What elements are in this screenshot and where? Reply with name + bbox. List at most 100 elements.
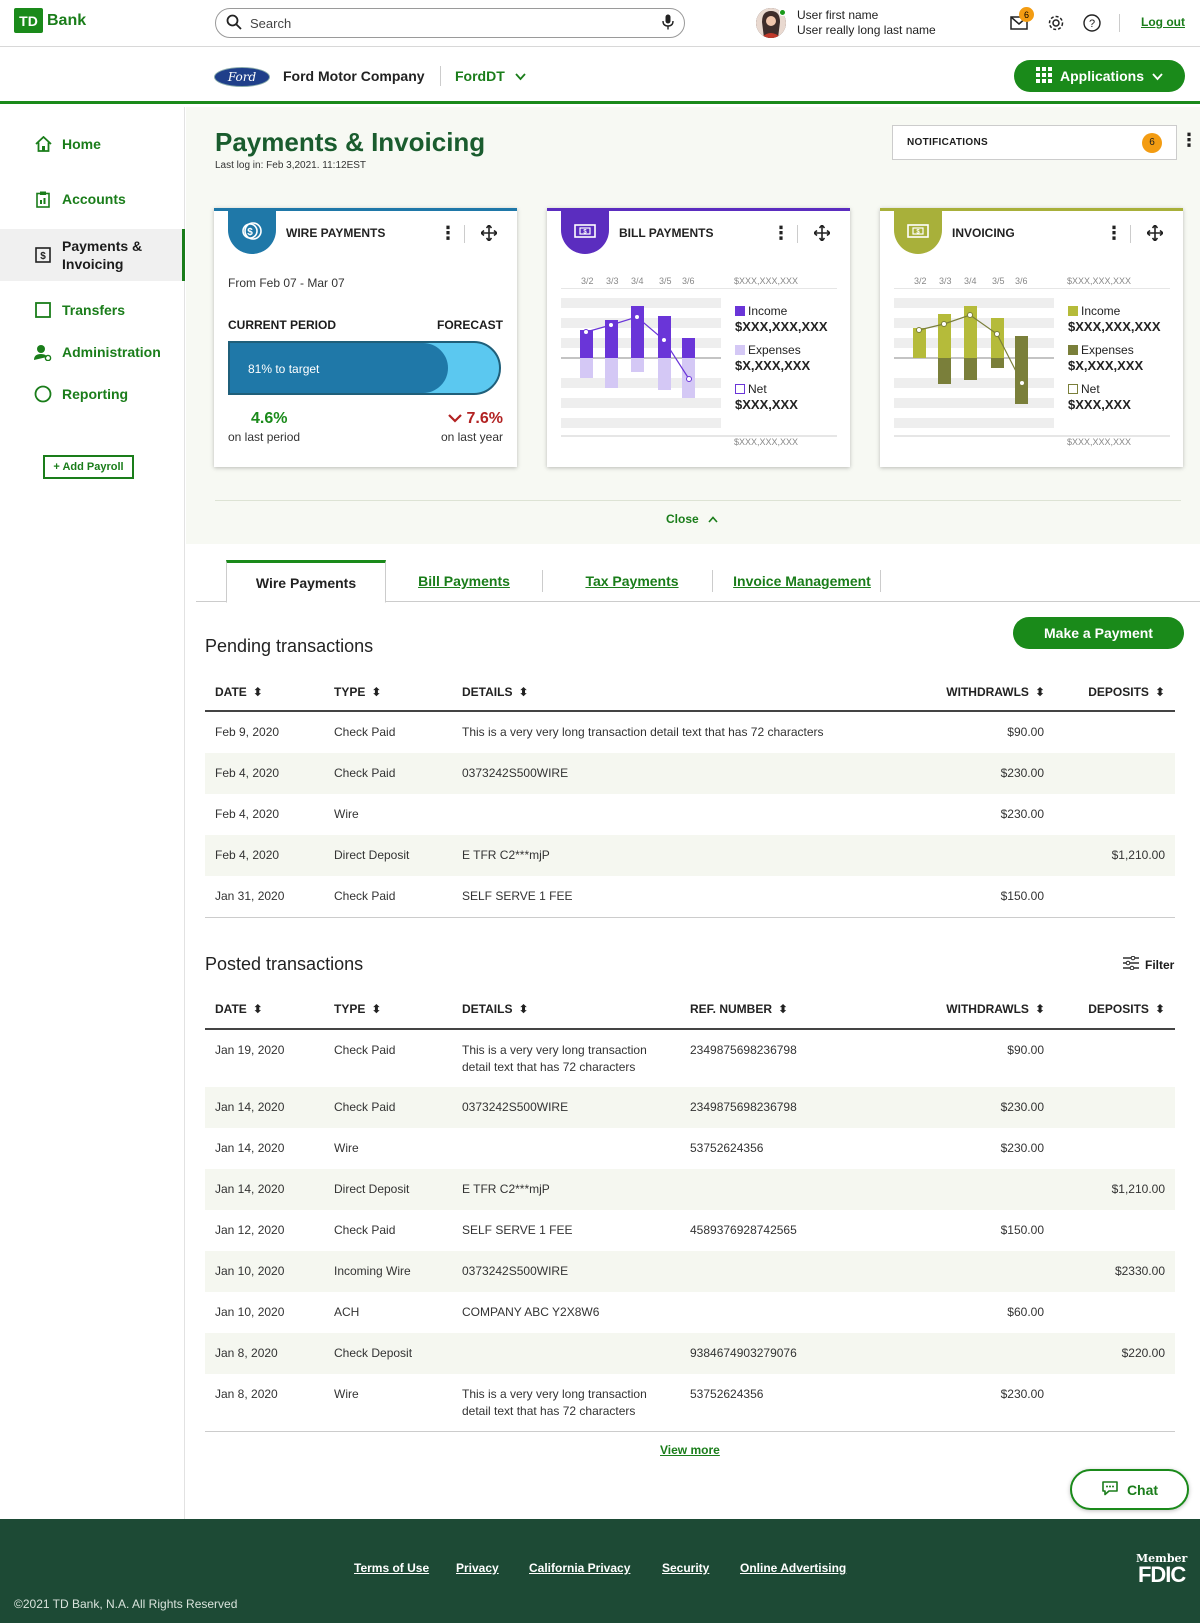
table-row[interactable]: Jan 8, 2020 Wire This is a very very long … (205, 1374, 1175, 1431)
microphone-icon[interactable] (662, 14, 674, 33)
td-bank-logo[interactable]: TD Bank (14, 8, 86, 33)
type-cell: Check Deposit (334, 1346, 413, 1360)
table-row[interactable]: Jan 19, 2020 Check Paid This is a very ver… (205, 1030, 1175, 1087)
type-column-header[interactable]: TYPE ⬍ (334, 1002, 381, 1016)
expenses-label: Expenses (748, 343, 801, 357)
expenses-swatch (735, 345, 745, 355)
close-dashboard-button[interactable]: Close (666, 512, 718, 526)
svg-text:$: $ (40, 251, 46, 262)
tab-bill-payments[interactable]: Bill Payments (396, 560, 532, 602)
sidebar-item-accounts[interactable]: Accounts (0, 184, 185, 214)
svg-text:$: $ (247, 227, 253, 238)
search-bar[interactable]: Search (215, 8, 685, 38)
svg-text:$: $ (916, 230, 920, 236)
chat-button[interactable]: Chat (1070, 1469, 1189, 1510)
privacy-link[interactable]: Privacy (456, 1561, 499, 1575)
grid-icon (1035, 66, 1052, 86)
applications-button[interactable]: Applications (1014, 60, 1185, 92)
deposits-column-header[interactable]: DEPOSITS ⬍ (1088, 1002, 1165, 1016)
details-column-header[interactable]: DETAILS ⬍ (462, 1002, 529, 1016)
withdrawls-cell: $60.00 (1007, 1305, 1044, 1319)
type-cell: Incoming Wire (334, 1264, 411, 1278)
sidebar-item-payments-invoicing[interactable]: $ Payments & Invoicing (0, 229, 185, 281)
security-link[interactable]: Security (662, 1561, 709, 1575)
withdrawls-column-header[interactable]: WITHDRAWLS ⬍ (946, 1002, 1045, 1016)
sort-icon: ⬍ (778, 1002, 789, 1016)
type-cell: Wire (334, 1387, 359, 1401)
user-last-name: User really long last name (797, 23, 936, 37)
chevron-up-icon (708, 512, 718, 526)
wire-payments-card: $ WIRE PAYMENTS ⋮ From Feb 07 - Mar 07 C… (214, 208, 517, 467)
details-cell: This is a very very long transaction det… (462, 1043, 647, 1074)
sidebar-item-administration[interactable]: Administration (0, 337, 185, 367)
table-row[interactable]: Jan 31, 2020 Check Paid SELF SERVE 1 FEE $1… (205, 876, 1175, 917)
move-icon[interactable] (480, 224, 498, 242)
fdic-logo: Member FDIC (1136, 1553, 1187, 1586)
date-column-header[interactable]: DATE ⬍ (215, 1002, 263, 1016)
table-row[interactable]: Jan 14, 2020 Check Paid 0373242S500WIRE 234… (205, 1087, 1175, 1128)
sidebar-item-home[interactable]: Home (0, 129, 185, 159)
table-row[interactable]: Feb 4, 2020 Check Paid 0373242S500WIRE $230… (205, 753, 1175, 794)
account-selector[interactable]: FordDT (455, 68, 526, 84)
move-icon[interactable] (813, 224, 831, 242)
table-row[interactable]: Feb 9, 2020 Check Paid This is a very very… (205, 712, 1175, 753)
table-row[interactable]: Feb 4, 2020 Wire $230.00 (205, 794, 1175, 835)
date-cell: Jan 12, 2020 (215, 1223, 285, 1237)
sidebar-item-reporting[interactable]: Reporting (0, 379, 185, 409)
progress-text: 81% to target (248, 362, 320, 376)
make-payment-button[interactable]: Make a Payment (1013, 617, 1184, 649)
logout-link[interactable]: Log out (1141, 15, 1185, 29)
sidebar-item-transfers[interactable]: Transfers (0, 295, 185, 325)
type-column-header[interactable]: TYPE ⬍ (334, 685, 381, 699)
details-column-header[interactable]: DETAILS ⬍ (462, 685, 529, 699)
user-name[interactable]: User first name User really long last na… (797, 8, 936, 38)
details-cell: This is a very very long transaction det… (462, 725, 824, 739)
chart-date: 3/6 (1015, 276, 1028, 286)
view-more-link[interactable]: View more (660, 1443, 720, 1457)
table-row[interactable]: Jan 8, 2020 Check Deposit 9384674903279076… (205, 1333, 1175, 1374)
tab-wire-payments[interactable]: Wire Payments (226, 560, 386, 603)
notifications-button[interactable]: NOTIFICATIONS 6 (892, 125, 1177, 160)
invoice-icon: $ (894, 208, 942, 254)
current-period-label: CURRENT PERIOD (228, 318, 337, 332)
notifications-label: NOTIFICATIONS (907, 137, 988, 148)
california-privacy-link[interactable]: California Privacy (529, 1561, 630, 1575)
net-swatch (735, 384, 745, 394)
withdrawls-column-header[interactable]: WITHDRAWLS ⬍ (946, 685, 1045, 699)
date-column-header[interactable]: DATE ⬍ (215, 685, 263, 699)
posted-title: Posted transactions (205, 954, 364, 974)
tab-tax-payments[interactable]: Tax Payments (552, 560, 712, 602)
details-cell: 0373242S500WIRE (462, 1100, 569, 1114)
header-label: WITHDRAWLS (946, 1002, 1029, 1016)
help-icon[interactable]: ? (1082, 13, 1102, 33)
details-cell: SELF SERVE 1 FEE (462, 889, 573, 903)
chart-date: 3/5 (992, 276, 1005, 286)
terms-of-use-link[interactable]: Terms of Use (354, 1561, 429, 1575)
table-row[interactable]: Jan 12, 2020 Check Paid SELF SERVE 1 FEE 45… (205, 1210, 1175, 1251)
user-gear-icon (34, 343, 52, 361)
move-icon[interactable] (1146, 224, 1164, 242)
more-options-icon[interactable]: ⋮ (439, 224, 457, 242)
ref-number-column-header[interactable]: REF. NUMBER ⬍ (690, 1002, 788, 1016)
more-options-icon[interactable]: ⋮ (1180, 131, 1198, 149)
tab-invoice-management[interactable]: Invoice Management (722, 560, 882, 602)
filter-button[interactable]: Filter (1123, 955, 1174, 973)
card-title: WIRE PAYMENTS (286, 226, 386, 240)
table-row[interactable]: Jan 14, 2020 Wire 53752624356 $230.00 (205, 1128, 1175, 1169)
table-row[interactable]: Jan 10, 2020 Incoming Wire 0373242S500WIRE… (205, 1251, 1175, 1292)
table-row[interactable]: Jan 10, 2020 ACH COMPANY ABC Y2X8W6 $60.00 (205, 1292, 1175, 1333)
add-payroll-button[interactable]: + Add Payroll (43, 455, 134, 479)
header-label: DATE (215, 685, 247, 699)
search-input[interactable]: Search (250, 16, 662, 31)
date-cell: Jan 31, 2020 (215, 889, 285, 903)
more-options-icon[interactable]: ⋮ (1105, 224, 1123, 242)
table-row[interactable]: Jan 14, 2020 Direct Deposit E TFR C2***mjP… (205, 1169, 1175, 1210)
more-options-icon[interactable]: ⋮ (772, 224, 790, 242)
table-row[interactable]: Feb 4, 2020 Direct Deposit E TFR C2***mjP $… (205, 835, 1175, 876)
payment-tabs: Wire Payments Bill Payments Tax Payments… (196, 560, 1200, 603)
deposits-column-header[interactable]: DEPOSITS ⬍ (1088, 685, 1165, 699)
sidebar-item-label: Transfers (62, 302, 126, 318)
forecast-label: FORECAST (437, 318, 503, 332)
online-advertising-link[interactable]: Online Advertising (740, 1561, 846, 1575)
gear-icon[interactable] (1046, 13, 1066, 33)
